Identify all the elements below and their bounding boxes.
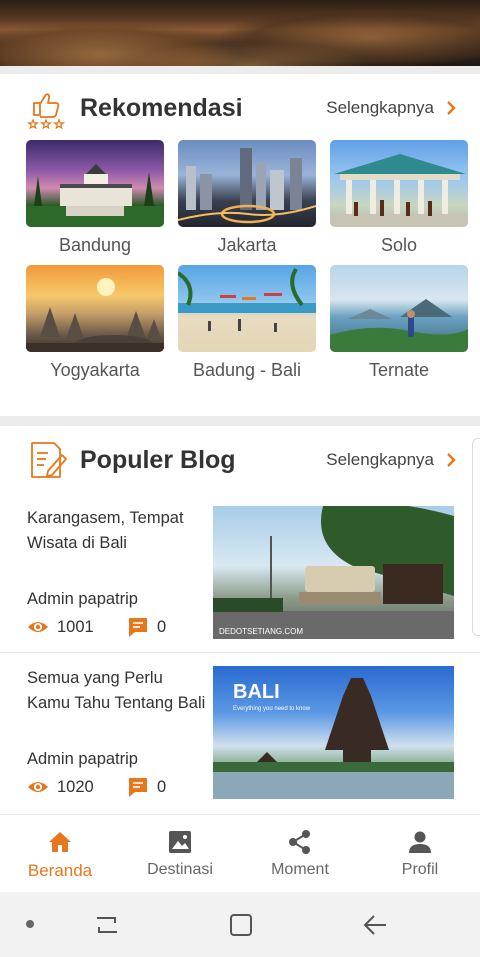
system-navigation-bar <box>0 892 480 957</box>
blog-post-author: Admin papatrip <box>27 590 138 608</box>
blog-post-stats: 1001 0 <box>27 616 166 638</box>
city-photo-illustration <box>26 278 164 352</box>
blog-post-author: Admin papatrip <box>27 750 138 768</box>
city-name: Bandung <box>58 235 132 255</box>
thumbs-up-stars-icon <box>26 93 66 129</box>
city-name: Yogyakarta <box>50 360 140 380</box>
nav-item-profil[interactable]: Profil <box>360 815 480 892</box>
recommend-header: Rekomendasi Selengkapnya <box>26 86 458 130</box>
person-icon <box>409 831 431 853</box>
nav-item-destinasi[interactable]: Destinasi <box>120 815 240 892</box>
nav-item-moment[interactable]: Moment <box>240 815 360 892</box>
city-card-badung-bali[interactable]: Badung - Bali <box>178 265 316 381</box>
city-name: Badung - Bali <box>192 360 302 380</box>
comment-icon <box>129 618 147 637</box>
blog-title: Populer Blog <box>80 445 236 474</box>
share-icon <box>289 830 310 854</box>
blog-post[interactable]: Karangasem, Tempat Wisata di Bali Admin … <box>0 506 480 652</box>
city-card-bandung[interactable]: Bandung <box>26 140 164 256</box>
chevron-right-icon <box>447 453 456 467</box>
dot-icon[interactable] <box>24 918 36 930</box>
recent-apps-icon[interactable] <box>94 912 120 938</box>
image-watermark: DEDOTSETIANG.COM <box>219 627 303 636</box>
recommend-more-link[interactable]: Selengkapnya <box>326 98 458 118</box>
view-count: 1001 <box>57 617 94 636</box>
comment-icon <box>129 778 147 797</box>
blog-post-title: Semua yang Perlu Kamu Tahu Tentang Bali <box>27 669 206 712</box>
nav-label: Moment <box>271 861 329 878</box>
blog-post-image: BALI Everything you need to know <box>213 666 454 799</box>
blog-section: Populer Blog Selengkapnya Karangasem, Te… <box>0 426 480 814</box>
list-divider <box>0 652 480 653</box>
recommend-section: Rekomendasi Selengkapnya Bandung Jakarta… <box>0 74 480 416</box>
blog-post-image: DEDOTSETIANG.COM <box>213 506 454 639</box>
nav-label: Beranda <box>27 861 93 880</box>
image-subtitle-text: Everything you need to know <box>233 706 311 712</box>
more-label: Selengkapnya <box>326 98 434 117</box>
city-name: Solo <box>380 235 418 255</box>
city-photo <box>26 140 164 227</box>
image-title-text: BALI <box>233 681 280 703</box>
home-icon <box>49 832 71 852</box>
blog-post-title: Karangasem, Tempat Wisata di Bali <box>27 509 184 552</box>
blog-edit-icon <box>31 442 67 478</box>
city-photo-illustration <box>330 299 468 352</box>
city-photo <box>26 265 164 352</box>
city-card-jakarta[interactable]: Jakarta <box>178 140 316 256</box>
image-icon <box>169 831 191 853</box>
bottom-navigation: Beranda Destinasi Moment Profil <box>0 814 480 892</box>
city-photo-illustration <box>178 148 316 224</box>
nav-label: Profil <box>401 861 439 878</box>
blog-post[interactable]: Semua yang Perlu Kamu Tahu Tentang Bali … <box>0 666 480 806</box>
nav-label: Destinasi <box>147 861 213 878</box>
more-label: Selengkapnya <box>326 450 434 469</box>
eye-icon <box>28 622 48 632</box>
city-photo-illustration <box>26 164 164 227</box>
city-card-ternate[interactable]: Ternate <box>330 265 468 381</box>
city-photo <box>178 140 316 227</box>
city-card-solo[interactable]: Solo <box>330 140 468 256</box>
view-count: 1020 <box>57 777 94 796</box>
home-button-icon[interactable] <box>228 912 254 938</box>
eye-icon <box>28 782 48 792</box>
blog-post-stats: 1020 0 <box>27 776 166 798</box>
comment-count: 0 <box>157 777 167 796</box>
back-arrow-icon[interactable] <box>362 912 388 938</box>
blog-more-link[interactable]: Selengkapnya <box>326 450 458 470</box>
city-photo <box>330 140 468 227</box>
recommend-title: Rekomendasi <box>80 93 243 122</box>
blog-post-illustration: DEDOTSETIANG.COM <box>213 506 454 639</box>
city-photo-illustration <box>330 154 468 227</box>
city-photo-illustration <box>178 267 316 332</box>
blog-header: Populer Blog Selengkapnya <box>26 438 458 482</box>
city-photo <box>330 265 468 352</box>
comment-count: 0 <box>157 617 167 636</box>
nav-item-beranda[interactable]: Beranda <box>0 815 120 892</box>
chevron-right-icon <box>447 101 456 115</box>
blog-post-illustration: BALI Everything you need to know <box>213 678 454 799</box>
city-name: Ternate <box>368 360 430 380</box>
city-name: Jakarta <box>217 235 277 255</box>
hero-banner-image[interactable] <box>0 0 480 66</box>
city-photo <box>178 265 316 352</box>
city-card-yogyakarta[interactable]: Yogyakarta <box>26 265 164 381</box>
